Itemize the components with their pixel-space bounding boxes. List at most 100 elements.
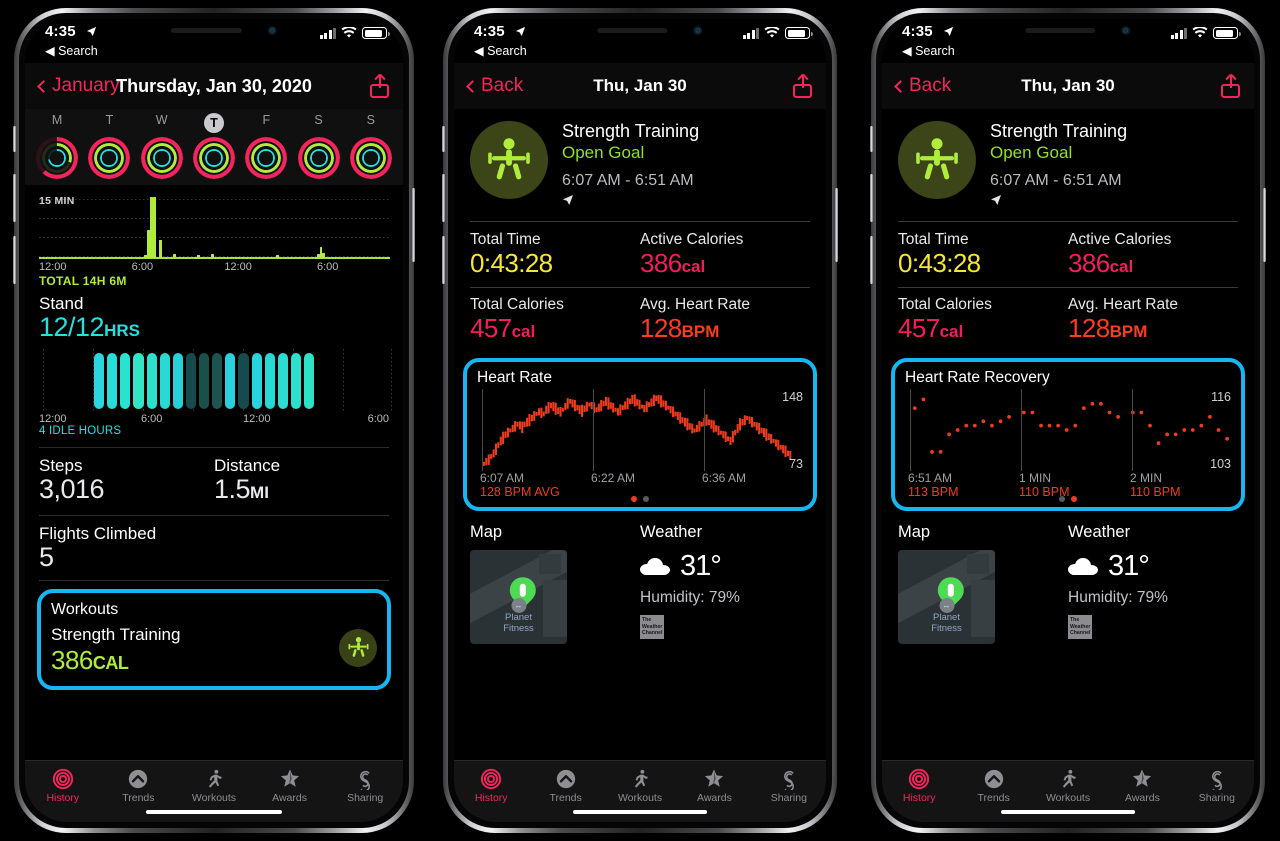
activity-ring-day[interactable] xyxy=(192,137,235,179)
heart-rate-series xyxy=(482,394,792,467)
tab-history[interactable]: History xyxy=(25,767,101,804)
stand-ring xyxy=(309,149,328,167)
strength-training-icon xyxy=(470,121,548,199)
tab-workouts[interactable]: Workouts xyxy=(176,767,252,804)
status-back-to-search[interactable]: ◀ Search xyxy=(902,43,955,58)
volume-down-button[interactable] xyxy=(442,236,445,284)
phone-3-content[interactable]: Strength Training Open Goal 6:07 AM - 6:… xyxy=(882,109,1254,822)
activity-ring-day[interactable] xyxy=(349,137,392,179)
mute-switch[interactable] xyxy=(442,126,445,152)
weekday-label-selected[interactable]: T xyxy=(203,113,224,133)
power-button[interactable] xyxy=(835,188,838,262)
heart-rate-min: 73 xyxy=(789,457,803,472)
axis-tick: 6:00 xyxy=(141,413,163,425)
phone-1-screen: 4:35 ◀ Search January Thursday, Jan 30, … xyxy=(25,19,403,822)
heart-rate-card-highlighted[interactable]: Heart Rate 148 73 6:07 AM 128 BPM AVG 6:… xyxy=(463,358,817,512)
strength-training-icon xyxy=(339,628,377,667)
tab-label: Awards xyxy=(1125,792,1160,804)
volume-up-button[interactable] xyxy=(870,174,873,222)
mute-switch[interactable] xyxy=(870,126,873,152)
phone-2-content[interactable]: Strength Training Open Goal 6:07 AM - 6:… xyxy=(454,109,826,822)
tab-sharing[interactable]: Sharing xyxy=(752,767,826,804)
axis-tick: 12:00 xyxy=(39,413,67,425)
home-indicator[interactable] xyxy=(1001,809,1135,814)
tab-awards[interactable]: Awards xyxy=(252,767,328,804)
back-button[interactable]: Back xyxy=(894,75,951,97)
activity-ring-day[interactable] xyxy=(88,137,131,179)
tab-workouts[interactable]: Workouts xyxy=(1031,767,1105,804)
stand-bar xyxy=(172,353,183,409)
tab-awards[interactable]: Awards xyxy=(1105,767,1179,804)
tab-trends[interactable]: Trends xyxy=(528,767,602,804)
home-indicator[interactable] xyxy=(573,809,707,814)
cellular-signal-icon xyxy=(1170,27,1187,39)
steps-value: 3,016 xyxy=(39,474,105,504)
volume-up-button[interactable] xyxy=(442,174,445,222)
workout-calories: 386CAL xyxy=(51,645,129,675)
axis-tick: 6:00 xyxy=(131,261,154,273)
chevron-up-circle-icon xyxy=(528,767,602,790)
status-indicators xyxy=(319,27,390,39)
battery-icon xyxy=(1213,27,1241,39)
page-dots[interactable] xyxy=(1059,496,1077,503)
map-thumbnail[interactable]: ↔ Planet Fitness xyxy=(898,550,995,645)
volume-down-button[interactable] xyxy=(13,236,16,284)
map-place-label: Planet Fitness xyxy=(503,612,534,635)
stat-total-calories: Total Calories 457cal xyxy=(470,296,640,344)
activity-ring-day[interactable] xyxy=(140,137,183,179)
stat-row: Total Time 0:43:28 Active Calories 386ca… xyxy=(898,222,1238,287)
tab-history[interactable]: History xyxy=(454,767,528,804)
strength-training-icon xyxy=(898,121,976,199)
stand-chart xyxy=(39,349,392,411)
workout-time-range: 6:07 AM - 6:51 AM xyxy=(562,172,694,189)
heart-rate-recovery-card-highlighted[interactable]: Heart Rate Recovery 116 103 6:51 AM 113 … xyxy=(891,358,1245,512)
back-button[interactable]: Back xyxy=(466,75,523,97)
tab-awards[interactable]: Awards xyxy=(677,767,751,804)
stand-bar xyxy=(159,353,170,409)
phone-1-content[interactable]: M T W T F S S 15 MIN 12:00 6:00 12:00 6:… xyxy=(25,109,403,822)
activity-ring-day[interactable] xyxy=(297,137,340,179)
share-icon[interactable] xyxy=(1221,74,1240,98)
stand-ring xyxy=(152,149,171,167)
volume-up-button[interactable] xyxy=(13,174,16,222)
stand-bar xyxy=(120,353,131,409)
stand-title: Stand xyxy=(39,294,84,313)
power-button[interactable] xyxy=(412,188,415,262)
volume-down-button[interactable] xyxy=(870,236,873,284)
stat-active-calories: Active Calories 386cal xyxy=(1068,231,1238,279)
page-dots[interactable] xyxy=(631,496,649,503)
share-icon[interactable] xyxy=(793,74,812,98)
rings-icon xyxy=(25,767,101,790)
share-icon[interactable] xyxy=(370,74,389,98)
home-indicator[interactable] xyxy=(145,809,283,814)
activity-ring-day[interactable] xyxy=(36,137,79,179)
cellular-signal-icon xyxy=(319,27,336,39)
power-button[interactable] xyxy=(1263,188,1266,262)
mute-switch[interactable] xyxy=(13,126,16,152)
axis-tick: 6:07 AM xyxy=(480,471,525,486)
wifi-icon xyxy=(341,27,357,38)
tab-history[interactable]: History xyxy=(882,767,956,804)
tab-workouts[interactable]: Workouts xyxy=(603,767,677,804)
status-back-to-search[interactable]: ◀ Search xyxy=(474,43,527,58)
battery-icon xyxy=(785,27,813,39)
map-weather-row: Map ↔ Planet Fitness Weather 31° Humidit… xyxy=(882,511,1254,645)
location-arrow-icon xyxy=(86,26,97,40)
status-back-to-search[interactable]: ◀ Search xyxy=(45,43,98,58)
tab-trends[interactable]: Trends xyxy=(956,767,1030,804)
map-thumbnail[interactable]: ↔ Planet Fitness xyxy=(470,550,567,645)
chevron-left-icon xyxy=(466,79,479,93)
stat-value: 128BPM xyxy=(640,313,720,344)
back-to-january-button[interactable]: January xyxy=(37,75,120,97)
stand-bar xyxy=(94,353,105,409)
tab-trends[interactable]: Trends xyxy=(101,767,177,804)
workouts-card-title: Workouts xyxy=(51,601,119,618)
activity-ring-day[interactable] xyxy=(245,137,288,179)
tab-label: History xyxy=(902,792,936,804)
tab-sharing[interactable]: Sharing xyxy=(327,767,403,804)
workout-name: Strength Training xyxy=(990,121,1128,141)
stand-bar xyxy=(199,353,210,409)
workouts-card-highlighted[interactable]: Workouts Strength Training 386CAL xyxy=(37,589,391,690)
tab-sharing[interactable]: Sharing xyxy=(1180,767,1254,804)
activity-rings-row[interactable] xyxy=(25,133,403,179)
